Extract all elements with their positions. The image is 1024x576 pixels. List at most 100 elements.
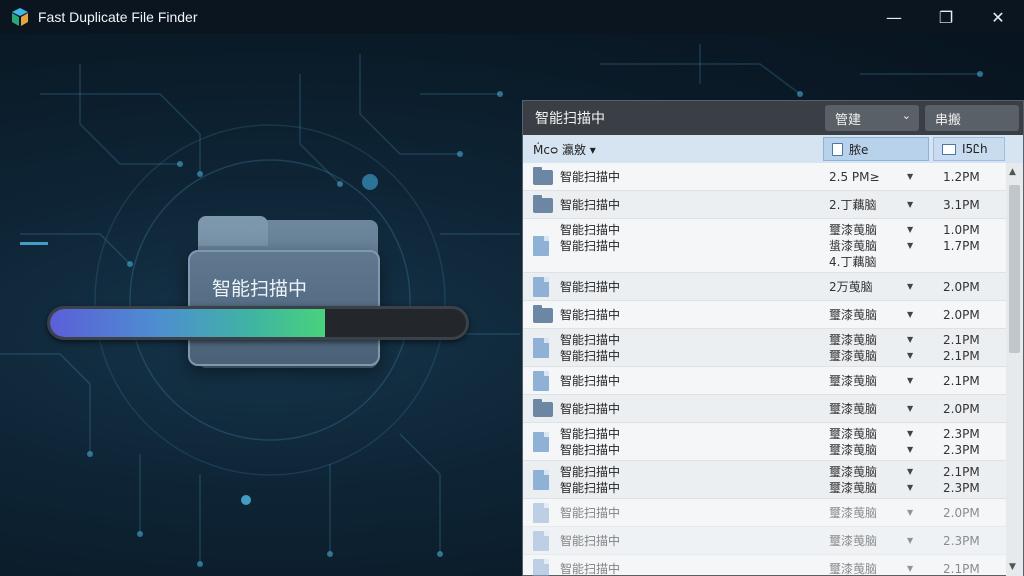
title-bar: Fast Duplicate File Finder — ❐ ✕ — [0, 0, 1024, 34]
scan-progress-fill — [50, 309, 325, 337]
column-type-header[interactable]: 脓e — [823, 137, 929, 161]
folder-icon — [533, 399, 553, 417]
file-name: 智能扫描中 — [560, 562, 621, 576]
row-dropdown-icon[interactable]: ▼ — [907, 483, 913, 492]
file-time: 2.3PM — [943, 443, 980, 457]
file-name: 智能扫描中 — [560, 198, 621, 212]
action-button[interactable]: 串搬 — [925, 105, 1019, 131]
file-time: 2.1PM — [943, 374, 980, 388]
row-dropdown-icon[interactable]: ▼ — [907, 200, 913, 209]
file-icon — [533, 503, 549, 523]
list-item[interactable]: 智能扫描中 璽漆䒶脑 2.0PM ▼ — [523, 395, 1007, 423]
row-dropdown-icon[interactable]: ▼ — [907, 508, 913, 517]
row-dropdown-icon[interactable]: ▼ — [907, 241, 913, 250]
file-time: 2.0PM — [943, 506, 980, 520]
document-icon — [832, 142, 843, 156]
file-type: 螀漆䒶脑 — [829, 239, 878, 253]
file-type: 璽漆䒶脑 — [829, 506, 878, 520]
file-name: 智能扫描中 — [560, 443, 621, 457]
file-icon — [533, 338, 549, 358]
row-dropdown-icon[interactable]: ▼ — [907, 376, 913, 385]
file-time: 2.3PM — [943, 534, 980, 548]
row-dropdown-icon[interactable]: ▼ — [907, 310, 913, 319]
list-item[interactable]: 智能扫描中 智能扫描中 璽漆䒶脑 螀漆䒶脑 4.丁藕脑 1.0PM 1.7PM ▼ ▼ — [523, 219, 1007, 273]
list-item[interactable]: 智能扫描中 2万䒶脑 2.0PM ▼ — [523, 273, 1007, 301]
column-header: Ṁcᴑ 瀛敫 ▾ 脓e I5Ꮭh — [523, 135, 1023, 163]
file-name: 智能扫描中 — [560, 349, 621, 363]
file-name: 智能扫描中 — [560, 170, 621, 184]
row-dropdown-icon[interactable]: ▼ — [907, 351, 913, 360]
row-dropdown-icon[interactable]: ▼ — [907, 172, 913, 181]
row-dropdown-icon[interactable]: ▼ — [907, 282, 913, 291]
file-time: 2.0PM — [943, 308, 980, 322]
panel-title: 智能扫描中 — [535, 111, 605, 127]
file-icon — [533, 432, 549, 452]
file-type: 2万䒶脑 — [829, 280, 873, 294]
list-item[interactable]: 智能扫描中 璽漆䒶脑 2.0PM ▼ — [523, 301, 1007, 329]
file-time: 2.1PM — [943, 349, 980, 363]
maximize-button[interactable]: ❐ — [920, 0, 972, 34]
file-time: 2.3PM — [943, 481, 980, 495]
row-dropdown-icon[interactable]: ▼ — [907, 445, 913, 454]
column-time-header[interactable]: I5Ꮭh — [933, 137, 1005, 161]
list-item[interactable]: 智能扫描中 智能扫描中 璽漆䒶脑 璽漆䒶脑 2.1PM 2.3PM ▼ ▼ — [523, 461, 1007, 499]
close-button[interactable]: ✕ — [972, 0, 1024, 34]
scroll-down-icon[interactable]: ▼ — [1009, 562, 1016, 572]
file-time: 1.7PM — [943, 239, 980, 253]
list-item[interactable]: 智能扫描中 2.丁藕脑 3.1PM ▼ — [523, 191, 1007, 219]
row-dropdown-icon[interactable]: ▼ — [907, 225, 913, 234]
app-logo-icon — [12, 8, 28, 26]
file-icon — [533, 277, 549, 297]
row-dropdown-icon[interactable]: ▼ — [907, 404, 913, 413]
list-item[interactable]: 智能扫描中 璽漆䒶脑 2.0PM ▼ — [523, 499, 1007, 527]
file-time: 2.1PM — [943, 562, 980, 576]
row-dropdown-icon[interactable]: ▼ — [907, 467, 913, 476]
file-icon — [533, 371, 549, 391]
file-time: 2.0PM — [943, 402, 980, 416]
window-icon — [942, 143, 956, 155]
file-time: 2.1PM — [943, 333, 980, 347]
window-title: Fast Duplicate File Finder — [38, 9, 198, 25]
file-name: 智能扫描中 — [560, 402, 621, 416]
folder-icon — [533, 167, 553, 185]
column-name-header[interactable]: Ṁcᴑ 瀛敫 ▾ — [533, 141, 596, 158]
folder-icon — [533, 305, 553, 323]
file-time: 1.0PM — [943, 223, 980, 237]
row-dropdown-icon[interactable]: ▼ — [907, 536, 913, 545]
minimize-button[interactable]: — — [868, 0, 920, 34]
file-name: 智能扫描中 — [560, 534, 621, 548]
list-item[interactable]: 智能扫描中 智能扫描中 璽漆䒶脑 璽漆䒶脑 2.1PM 2.1PM ▼ ▼ — [523, 329, 1007, 367]
file-type: 璽漆䒶脑 — [829, 349, 878, 363]
list-item[interactable]: 智能扫描中 智能扫描中 璽漆䒶脑 璽漆䒶脑 2.3PM 2.3PM ▼ ▼ — [523, 423, 1007, 461]
file-name: 智能扫描中 — [560, 280, 621, 294]
list-item[interactable]: 智能扫描中 璽漆䒶脑 2.1PM ▼ — [523, 367, 1007, 395]
vertical-scrollbar[interactable]: ▲ ▼ — [1006, 163, 1023, 576]
list-item[interactable]: 智能扫描中 璽漆䒶脑 2.3PM ▼ — [523, 527, 1007, 555]
file-time: 2.3PM — [943, 427, 980, 441]
file-type: 4.丁藕脑 — [829, 255, 877, 269]
row-dropdown-icon[interactable]: ▼ — [907, 335, 913, 344]
row-dropdown-icon[interactable]: ▼ — [907, 429, 913, 438]
file-list: 智能扫描中 2.5 PM≥ 1.2PM ▼ 智能扫描中 2.丁藕脑 3.1PM ▼ 智能扫描中智… — [523, 163, 1007, 576]
file-type: 璽漆䒶脑 — [829, 562, 878, 576]
file-time: 1.2PM — [943, 170, 980, 184]
column-type-label: 脓e — [849, 142, 869, 157]
file-name: 智能扫描中 — [560, 465, 621, 479]
sort-dropdown[interactable]: 管建 ⌄ — [825, 105, 919, 131]
file-panel: 智能扫描中 管建 ⌄ 串搬 Ṁcᴑ 瀛敫 ▾ 脓e I5Ꮭh 智能扫描中 2.5 … — [522, 100, 1024, 576]
file-icon — [533, 531, 549, 551]
file-icon — [533, 559, 549, 576]
file-time: 2.1PM — [943, 465, 980, 479]
column-time-label: I5Ꮭh — [962, 141, 988, 156]
row-dropdown-icon[interactable]: ▼ — [907, 564, 913, 573]
scroll-thumb[interactable] — [1009, 185, 1020, 353]
list-item[interactable]: 智能扫描中 璽漆䒶脑 2.1PM ▼ — [523, 555, 1007, 576]
list-item[interactable]: 智能扫描中 2.5 PM≥ 1.2PM ▼ — [523, 163, 1007, 191]
panel-header: 智能扫描中 管建 ⌄ 串搬 — [523, 101, 1023, 135]
file-type: 璽漆䒶脑 — [829, 223, 878, 237]
file-icon — [533, 236, 549, 256]
file-type: 璽漆䒶脑 — [829, 534, 878, 548]
file-name: 智能扫描中 — [560, 333, 621, 347]
scroll-up-icon[interactable]: ▲ — [1009, 167, 1016, 177]
file-name: 智能扫描中 — [560, 239, 621, 253]
